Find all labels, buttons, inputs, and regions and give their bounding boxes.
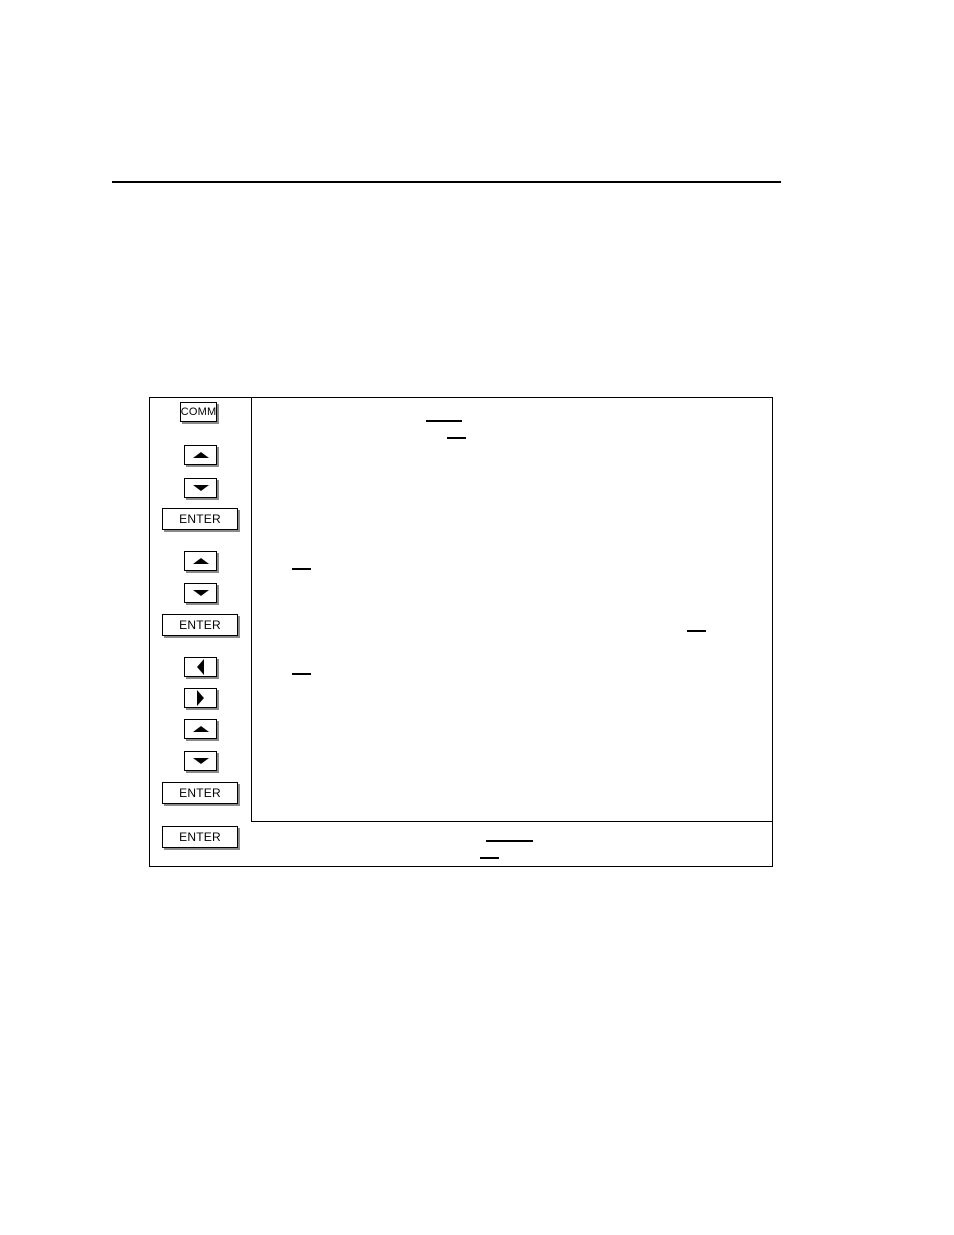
comm-label: COMM bbox=[180, 405, 217, 418]
arrow-up-icon[interactable] bbox=[184, 719, 217, 739]
arrow-right-icon-glyph bbox=[197, 690, 204, 706]
arrow-down-icon-glyph bbox=[192, 590, 209, 596]
arrow-down-icon-glyph bbox=[192, 758, 209, 764]
underline-mark bbox=[486, 840, 533, 842]
arrow-up-icon-glyph bbox=[192, 726, 209, 732]
arrow-down-icon[interactable] bbox=[184, 583, 217, 603]
arrow-down-icon-glyph bbox=[192, 485, 209, 491]
arrow-up-icon-glyph bbox=[192, 558, 209, 564]
enter-3-label: ENTER bbox=[179, 786, 221, 800]
arrow-left-icon[interactable] bbox=[184, 657, 217, 677]
enter-1-label: ENTER bbox=[179, 512, 221, 526]
underline-mark bbox=[480, 857, 499, 859]
arrow-left-icon-glyph bbox=[197, 659, 204, 675]
enter-4-label: ENTER bbox=[179, 830, 221, 844]
enter-key[interactable]: ENTER bbox=[162, 782, 238, 804]
arrow-up-icon-glyph bbox=[192, 452, 209, 458]
underline-mark bbox=[292, 568, 311, 570]
underline-mark bbox=[687, 630, 706, 632]
arrow-down-icon[interactable] bbox=[184, 751, 217, 771]
procedure-table-row-divider bbox=[251, 821, 772, 822]
arrow-right-icon[interactable] bbox=[184, 688, 217, 708]
procedure-table bbox=[149, 397, 773, 867]
underline-mark bbox=[426, 420, 462, 422]
arrow-up-icon[interactable] bbox=[184, 445, 217, 465]
underline-mark bbox=[447, 437, 466, 439]
comm-key[interactable]: COMM bbox=[180, 402, 217, 422]
page-header-rule bbox=[112, 181, 781, 183]
underline-mark bbox=[292, 673, 311, 675]
enter-2-label: ENTER bbox=[179, 618, 221, 632]
enter-key[interactable]: ENTER bbox=[162, 614, 238, 636]
arrow-down-icon[interactable] bbox=[184, 478, 217, 498]
arrow-up-icon[interactable] bbox=[184, 551, 217, 571]
procedure-table-column-divider bbox=[251, 398, 252, 821]
enter-key[interactable]: ENTER bbox=[162, 826, 238, 848]
enter-key[interactable]: ENTER bbox=[162, 508, 238, 530]
